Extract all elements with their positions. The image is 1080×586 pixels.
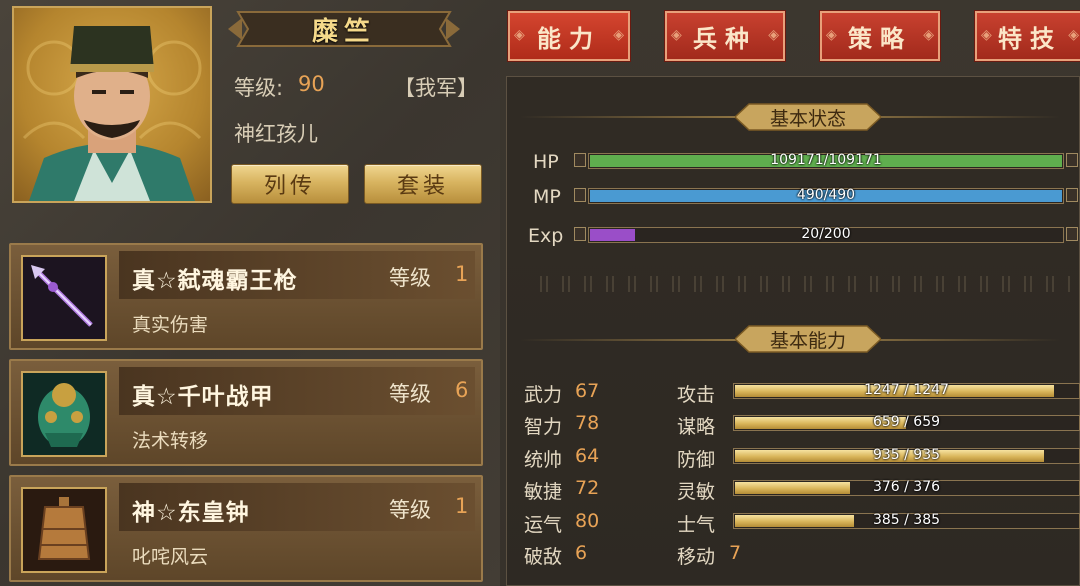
basic-ability-header: 基本能力 [735,324,881,354]
hero-name: 糜竺 [311,16,376,47]
equipment-level-value: 1 [455,494,469,518]
hero-level-label: 等级: [234,76,284,100]
combat-morale-label: 士气 [677,514,716,536]
equipment-level-value: 1 [455,262,469,286]
bar-cap [1066,227,1078,241]
bar-cap [574,153,586,167]
agility-bar: 376 / 376 [733,479,1080,496]
attr-breakthrough-label: 破敌 [524,546,563,568]
equipment-effect: 真实伤害 [132,314,209,336]
equipment-level-label: 等级 [389,382,431,406]
hp-label: HP [533,151,559,173]
move-value: 7 [729,542,742,564]
attr-command-value: 64 [575,445,600,467]
equipment-name: 神☆东皇钟 [132,500,250,526]
attr-luck-label: 运气 [524,514,563,536]
hp-bar-text: 109171/109171 [770,152,882,168]
tab-strategy[interactable]: 策略 [819,10,941,62]
equipment-card-treasure[interactable]: 神☆东皇钟 等级 1 叱咤风云 [9,475,483,582]
attr-breakthrough-value: 6 [575,542,588,564]
attr-agility-label: 敏捷 [524,481,563,503]
attr-force-value: 67 [575,380,600,402]
combat-attack-label: 攻击 [677,384,716,406]
hero-faction: 【我军】 [394,76,478,100]
combat-defense-label: 防御 [677,449,716,471]
hero-title: 神红孩儿 [234,122,318,146]
bar-cap [1066,153,1078,167]
attack-bar: 1247 / 1247 [733,382,1080,399]
attack-bar-text: 1247 / 1247 [864,382,949,398]
basic-status-header: 基本状态 [735,102,881,132]
combat-strategy-label: 谋略 [677,416,716,438]
equipment-effect: 法术转移 [132,430,209,452]
equipment-level-label: 等级 [389,266,431,290]
defense-bar: 935 / 935 [733,447,1080,464]
equipment-effect: 叱咤风云 [132,546,209,568]
exp-label: Exp [528,225,564,247]
tab-ability[interactable]: 能力 [507,10,631,62]
equipment-name: 真☆弑魂霸王枪 [132,268,298,294]
exp-bar-text: 20/200 [801,226,851,242]
tab-skill[interactable]: 特技 [974,10,1080,62]
bell-icon [21,487,107,573]
strategy-bar: 659 / 659 [733,414,1080,431]
attr-intellect-label: 智力 [524,416,563,438]
bar-cap [1066,188,1078,202]
strategy-bar-text: 659 / 659 [872,414,941,430]
equipment-card-weapon[interactable]: 真☆弑魂霸王枪 等级 1 真实伤害 [9,243,483,350]
tab-troop[interactable]: 兵种 [664,10,786,62]
combat-agility-label: 灵敏 [677,481,716,503]
attr-force-label: 武力 [524,384,563,406]
set-button[interactable]: 套装 [364,164,482,204]
morale-bar: 385 / 385 [733,512,1080,529]
equipment-level-value: 6 [455,378,469,402]
attr-luck-value: 80 [575,510,600,532]
hero-portrait[interactable] [12,6,212,203]
mp-bar-text: 490/490 [796,187,856,203]
mp-bar: 490/490 [588,187,1064,204]
morale-bar-text: 385 / 385 [872,512,941,528]
armor-icon [21,371,107,457]
biography-button[interactable]: 列传 [231,164,349,204]
agility-bar-text: 376 / 376 [872,479,941,495]
move-label: 移动 [677,546,716,568]
hero-level-value: 90 [298,72,325,96]
mp-label: MP [533,186,561,208]
defense-bar-text: 935 / 935 [872,447,941,463]
attr-command-label: 统帅 [524,449,563,471]
hero-name-banner: 糜竺 [228,8,460,50]
equipment-name: 真☆千叶战甲 [132,384,274,410]
bar-cap [574,188,586,202]
ornamental-divider [540,276,1070,292]
equipment-card-armor[interactable]: 真☆千叶战甲 等级 6 法术转移 [9,359,483,466]
hp-bar: 109171/109171 [588,152,1064,169]
equipment-level-label: 等级 [389,498,431,522]
spear-icon [21,255,107,341]
exp-bar: 20/200 [588,226,1064,243]
bar-cap [574,227,586,241]
attr-agility-value: 72 [575,477,600,499]
attr-intellect-value: 78 [575,412,600,434]
